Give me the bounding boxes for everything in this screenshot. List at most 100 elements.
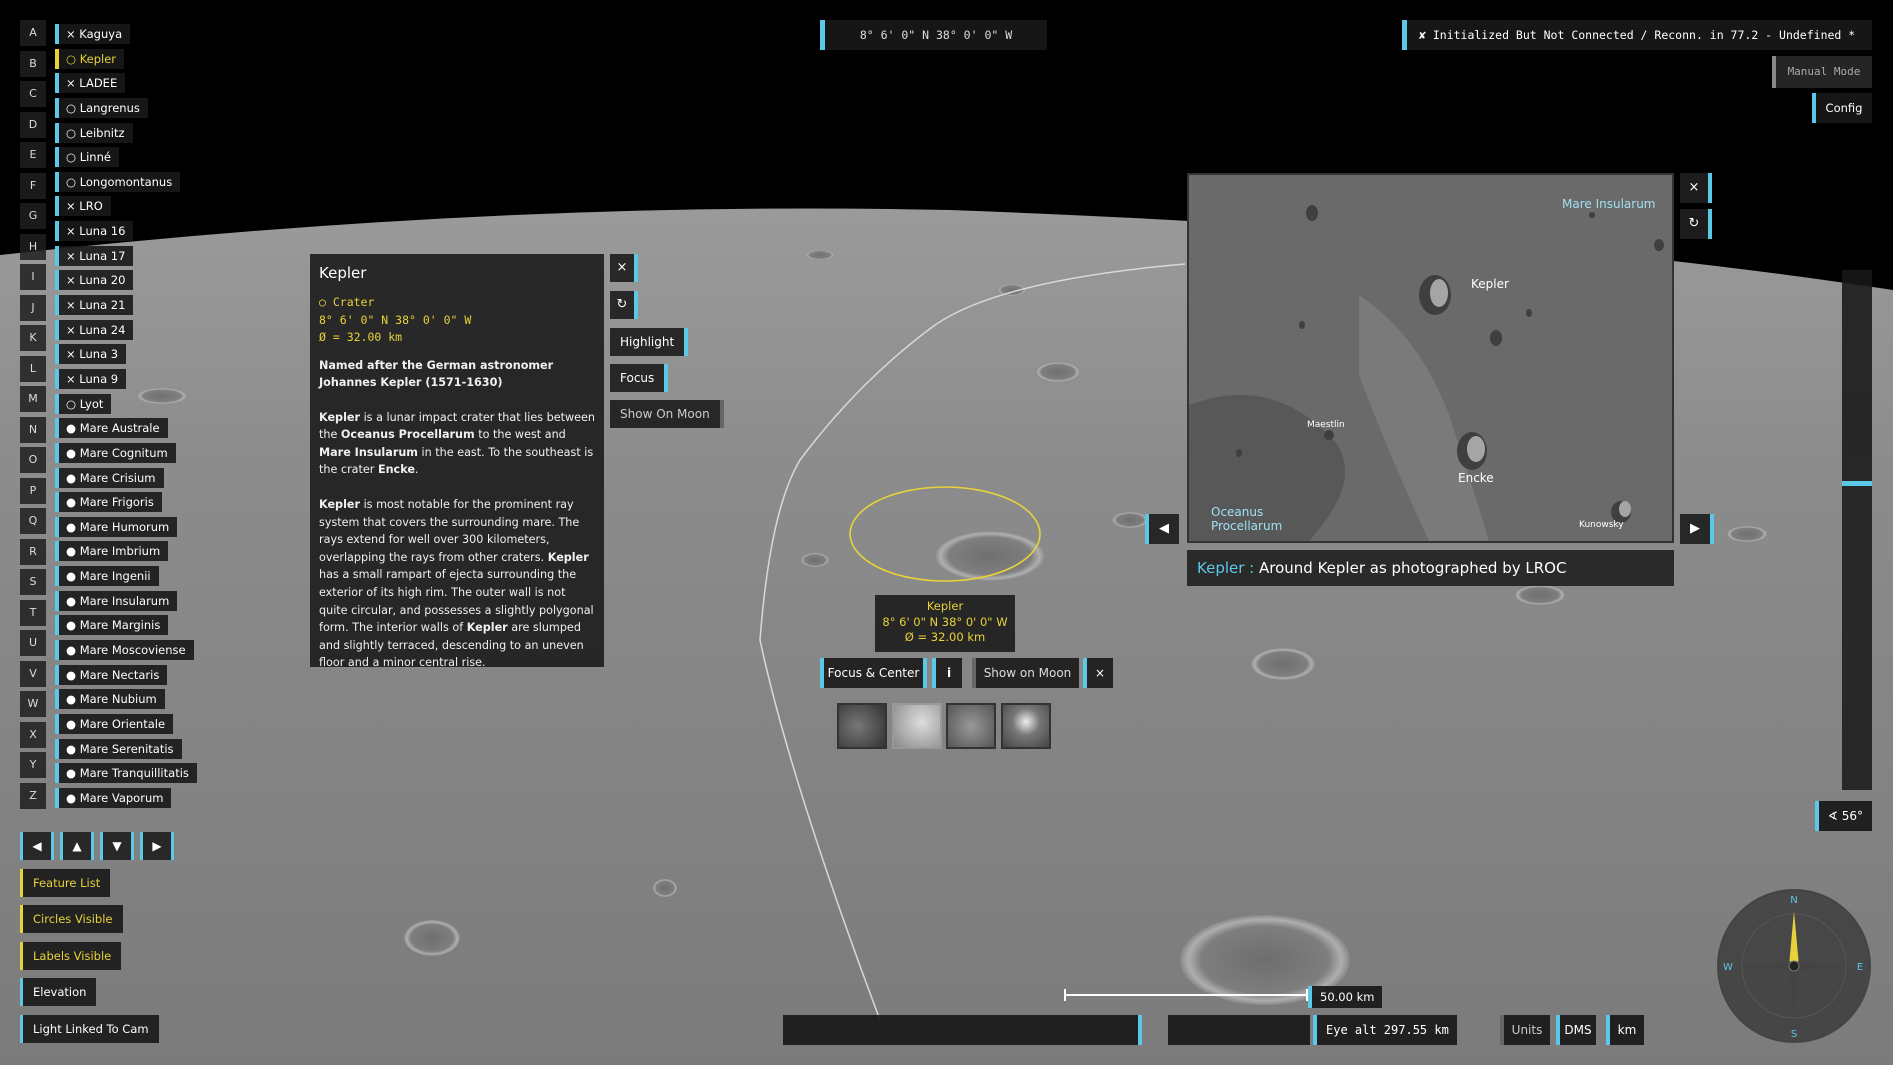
feature-item[interactable]: ● Mare Cognitum <box>55 442 176 463</box>
thumbnail-3[interactable] <box>946 703 996 749</box>
info-diameter: Ø = 32.00 km <box>319 330 403 344</box>
index-letter-l[interactable]: L <box>20 355 46 382</box>
index-letter-s[interactable]: S <box>20 569 46 595</box>
manual-mode-button[interactable]: Manual Mode <box>1772 56 1872 88</box>
index-letter-d[interactable]: D <box>20 111 46 138</box>
lroc-photo: Mare Insularum Kepler Maestlin Encke Oce… <box>1187 173 1674 543</box>
feature-item[interactable]: ○ Lyot <box>55 393 112 414</box>
index-letter-m[interactable]: M <box>20 386 46 412</box>
info-close-button[interactable]: × <box>610 254 638 282</box>
feature-item[interactable]: ● Mare Australe <box>55 418 168 439</box>
feature-item[interactable]: ● Mare Orientale <box>55 713 174 734</box>
focus-and-center-button[interactable]: Focus & Center <box>820 658 927 688</box>
compass-icon[interactable]: N S E W <box>1715 887 1873 1045</box>
photo-close-button[interactable]: × <box>1680 173 1712 203</box>
timeline-bar-2[interactable] <box>1168 1015 1310 1045</box>
index-letter-r[interactable]: R <box>20 538 46 565</box>
feature-item[interactable]: ● Mare Moscoviense <box>55 640 194 661</box>
feature-item[interactable]: × Luna 16 <box>55 221 134 242</box>
zoom-slider-handle[interactable] <box>1842 481 1872 486</box>
show-on-moon-button[interactable]: Show On Moon <box>610 400 724 428</box>
feature-item[interactable]: ● Mare Nubium <box>55 689 165 710</box>
feature-item[interactable]: ● Mare Marginis <box>55 615 169 636</box>
feature-list-toggle[interactable]: Feature List <box>20 869 111 897</box>
index-letter-b[interactable]: B <box>20 50 46 77</box>
photo-label-mare-insularum: Mare Insularum <box>1562 197 1656 211</box>
kepler-map-label[interactable]: Kepler 8° 6' 0" N 38° 0' 0" W Ø = 32.00 … <box>875 595 1015 652</box>
km-toggle[interactable]: km <box>1606 1015 1644 1045</box>
thumbnail-1[interactable] <box>837 703 887 749</box>
index-letter-e[interactable]: E <box>20 142 46 168</box>
index-letter-u[interactable]: U <box>20 630 46 656</box>
feature-item[interactable]: ● Mare Vaporum <box>55 787 172 808</box>
info-paragraph-2: Kepler is most notable for the prominent… <box>319 498 594 670</box>
index-letter-o[interactable]: O <box>20 447 46 473</box>
right-arrow-button[interactable]: ▶ <box>140 832 174 860</box>
feature-item[interactable]: × Luna 17 <box>55 245 134 266</box>
photo-prev-button[interactable]: ◀ <box>1145 514 1179 544</box>
feature-item[interactable]: ● Mare Insularum <box>55 590 178 611</box>
feature-item[interactable]: × Luna 21 <box>55 295 134 316</box>
feature-item[interactable]: × Luna 24 <box>55 319 134 340</box>
feature-item[interactable]: ○ Longomontanus <box>55 171 181 192</box>
feature-item[interactable]: ○ Langrenus <box>55 97 148 118</box>
up-arrow-button[interactable]: ▲ <box>60 832 94 860</box>
feature-item[interactable]: × Kaguya <box>55 24 131 44</box>
map-close-button[interactable]: × <box>1083 658 1113 688</box>
thumbnail-4[interactable] <box>1001 703 1051 749</box>
photo-next-button[interactable]: ▶ <box>1680 514 1714 544</box>
elevation-toggle[interactable]: Elevation <box>20 978 97 1006</box>
labels-visible-toggle[interactable]: Labels Visible <box>20 942 122 970</box>
highlight-button[interactable]: Highlight <box>610 328 689 356</box>
feature-item[interactable]: × Luna 9 <box>55 368 127 389</box>
index-letter-f[interactable]: F <box>20 172 46 199</box>
feature-item[interactable]: ○ Leibnitz <box>55 122 133 143</box>
thumbnail-2[interactable] <box>892 703 942 749</box>
index-letter-w[interactable]: W <box>20 691 46 717</box>
photo-refresh-button[interactable]: ↻ <box>1680 209 1712 239</box>
feature-item[interactable]: ● Mare Frigoris <box>55 492 162 513</box>
map-show-on-moon-button[interactable]: Show on Moon <box>972 658 1079 688</box>
circles-visible-toggle[interactable]: Circles Visible <box>20 905 123 933</box>
index-letter-z[interactable]: Z <box>20 782 46 809</box>
index-letter-p[interactable]: P <box>20 477 46 504</box>
down-arrow-button[interactable]: ▼ <box>100 832 134 860</box>
index-letter-y[interactable]: Y <box>20 752 46 778</box>
index-letter-t[interactable]: T <box>20 599 46 626</box>
index-letter-j[interactable]: J <box>20 294 46 321</box>
index-letter-x[interactable]: X <box>20 721 46 748</box>
feature-item[interactable]: × LADEE <box>55 73 126 94</box>
index-letter-h[interactable]: H <box>20 233 46 260</box>
index-letter-g[interactable]: G <box>20 203 46 229</box>
feature-item[interactable]: ● Mare Crisium <box>55 467 164 488</box>
alphabet-index: ABCDEFGHIJKLMNOPQRSTUVWXYZ <box>20 20 46 813</box>
feature-item[interactable]: ● Mare Ingenii <box>55 566 159 587</box>
left-arrow-button[interactable]: ◀ <box>20 832 54 860</box>
index-letter-q[interactable]: Q <box>20 508 46 534</box>
dms-toggle[interactable]: DMS <box>1556 1015 1596 1045</box>
timeline-bar[interactable] <box>783 1015 1142 1045</box>
focus-button[interactable]: Focus <box>610 364 669 392</box>
eye-altitude: Eye alt 297.55 km <box>1313 1015 1457 1045</box>
light-linked-toggle[interactable]: Light Linked To Cam <box>20 1015 159 1043</box>
feature-item[interactable]: ● Mare Nectaris <box>55 664 168 685</box>
feature-item[interactable]: ● Mare Humorum <box>55 516 178 537</box>
info-type: ○ Crater <box>319 295 375 309</box>
feature-item[interactable]: × LRO <box>55 196 111 217</box>
feature-item[interactable]: ● Mare Tranquillitatis <box>55 763 197 784</box>
feature-item[interactable]: ○ Linné <box>55 147 119 168</box>
feature-item[interactable]: ○ Kepler <box>55 48 125 69</box>
index-letter-c[interactable]: C <box>20 81 46 107</box>
info-button[interactable]: i <box>932 658 962 688</box>
feature-item[interactable]: × Luna 20 <box>55 270 134 291</box>
feature-item[interactable]: ● Mare Imbrium <box>55 541 169 562</box>
feature-item[interactable]: ● Mare Serenitatis <box>55 738 182 759</box>
info-refresh-button[interactable]: ↻ <box>610 291 638 319</box>
index-letter-v[interactable]: V <box>20 660 46 687</box>
index-letter-a[interactable]: A <box>20 20 46 46</box>
index-letter-k[interactable]: K <box>20 325 46 351</box>
config-button[interactable]: Config <box>1812 93 1872 123</box>
index-letter-n[interactable]: N <box>20 416 46 443</box>
feature-item[interactable]: × Luna 3 <box>55 344 127 365</box>
index-letter-i[interactable]: I <box>20 264 46 290</box>
